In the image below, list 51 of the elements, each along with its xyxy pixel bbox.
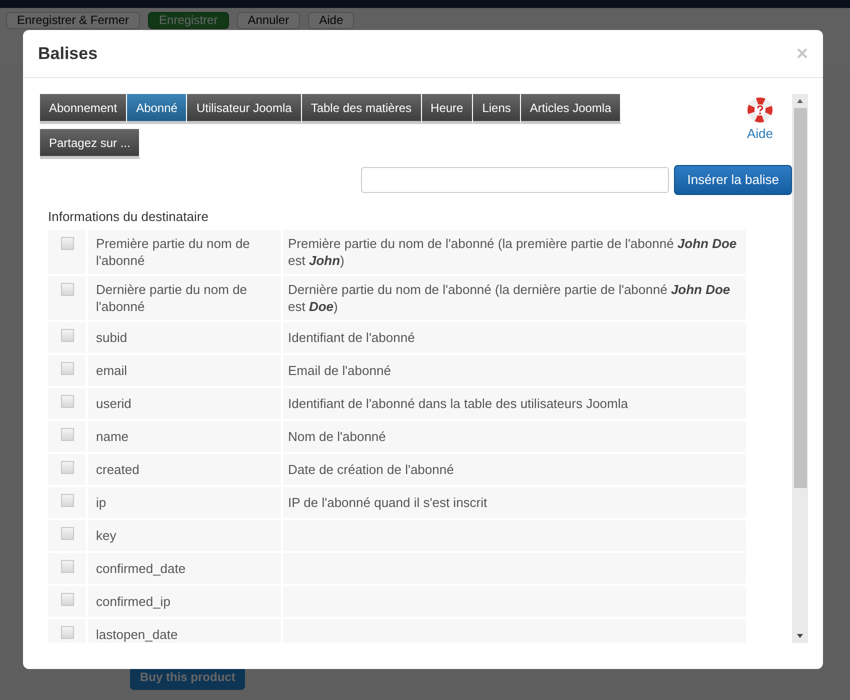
tab[interactable]: Abonnement	[40, 94, 128, 124]
checkbox[interactable]	[60, 394, 74, 408]
checkbox[interactable]	[60, 282, 74, 296]
tag-name: Dernière partie du nom de l'abonné	[96, 280, 248, 314]
checkbox[interactable]	[60, 428, 74, 440]
tag-name: lastopen_date	[96, 626, 178, 642]
tag-description: Identifiant de l'abonné	[288, 328, 415, 346]
checkbox[interactable]	[60, 362, 74, 374]
tag-description: IP de l'abonné quand il s'est inscrit	[288, 494, 488, 510]
dialog-title: Balises	[38, 42, 98, 65]
insert-tag-button[interactable]: Insérer la balise	[674, 165, 792, 195]
checkbox[interactable]	[60, 560, 74, 572]
tag-description: Email de l'abonné	[288, 362, 391, 378]
tag-name: name	[96, 428, 129, 444]
tag-name: key	[96, 526, 116, 544]
tab[interactable]: Liens	[473, 94, 521, 124]
tag-description: Date de création de l'abonné	[288, 460, 454, 478]
checkbox[interactable]	[60, 328, 74, 342]
toolbar-button[interactable]: Aide	[308, 12, 354, 29]
tag-name: email	[96, 362, 128, 378]
tag-name: subid	[96, 328, 128, 346]
tab[interactable]: Heure	[422, 94, 474, 124]
tag-name: confirmed_ip	[96, 592, 170, 610]
section-title: Informations du destinataire	[48, 208, 210, 226]
tag-name: created	[96, 460, 140, 478]
toolbar-button[interactable]: Annuler	[236, 12, 300, 29]
checkbox[interactable]	[60, 592, 74, 606]
tag-description: Première partie du nom de l'abonné (la première partie de l'abonné John Doe est John)	[288, 234, 738, 268]
tab[interactable]: Partagez sur ...	[40, 129, 140, 159]
tab[interactable]: Table des matières	[302, 94, 422, 124]
tab[interactable]: Abonné	[127, 94, 188, 124]
help-link[interactable]: Aide	[746, 124, 774, 144]
scrollbar[interactable]	[792, 94, 808, 643]
tag-description: Identifiant de l'abonné dans la table des utilisateurs Joomla	[288, 394, 628, 412]
checkbox[interactable]	[60, 526, 74, 540]
tag-name: confirmed_date	[96, 560, 186, 576]
checkbox[interactable]	[60, 236, 74, 250]
tag-description: Nom de l'abonné	[288, 428, 386, 444]
tag-name: Première partie du nom de l'abonné	[96, 234, 251, 268]
checkbox[interactable]	[60, 626, 74, 638]
scrollbar-thumb[interactable]	[794, 108, 806, 488]
toolbar-button[interactable]: Enregistrer & Fermer	[6, 12, 140, 29]
tab[interactable]: Utilisateur Joomla	[187, 94, 302, 124]
tag-name: userid	[96, 394, 132, 412]
tag-description: Dernière partie du nom de l'abonné (la dernière partie de l'abonné John Doe est Doe)	[288, 280, 732, 314]
checkbox[interactable]	[60, 460, 74, 474]
checkbox[interactable]	[60, 494, 74, 506]
tab[interactable]: Articles Joomla	[520, 94, 622, 124]
tag-name: ip	[96, 494, 106, 510]
tag-input-field[interactable]	[361, 167, 670, 193]
lifebuoy-icon	[746, 96, 774, 124]
